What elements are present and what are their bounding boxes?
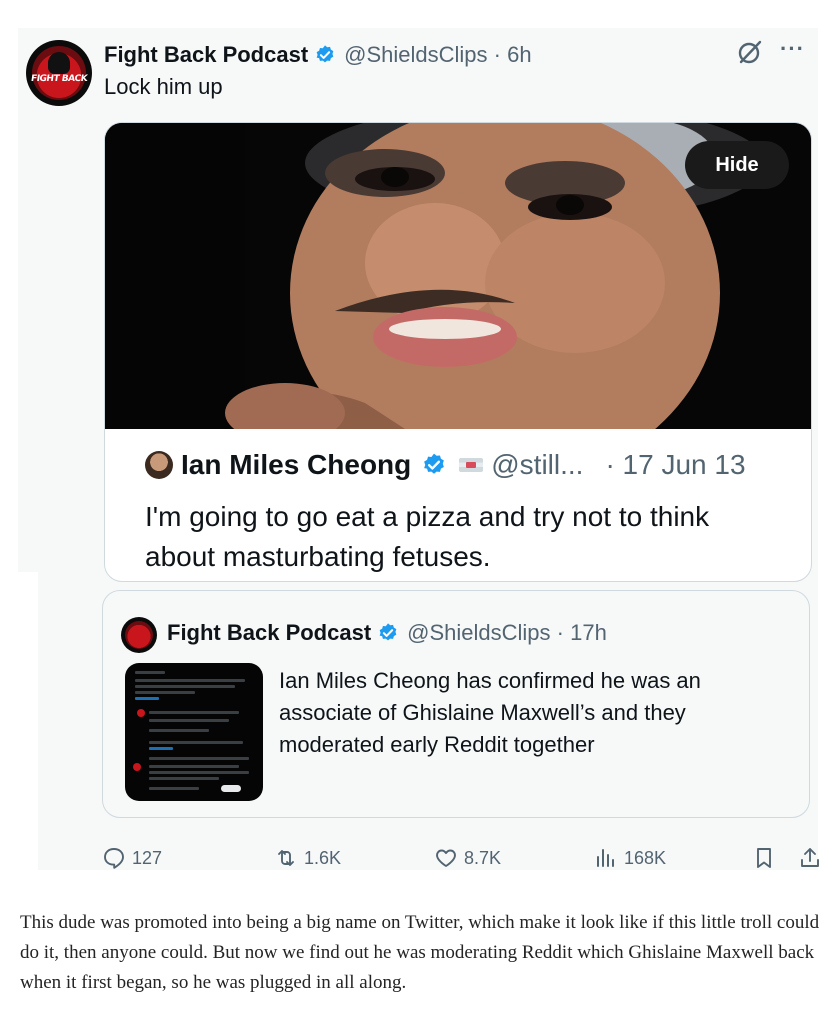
- reply-icon: [104, 848, 124, 869]
- flag-icon: [459, 458, 484, 472]
- article-paragraph: This dude was promoted into being a big …: [20, 912, 820, 993]
- share-button[interactable]: [798, 840, 828, 876]
- embedded-date: · 17 Jun 13: [605, 449, 746, 480]
- quote-author-name[interactable]: Fight Back Podcast: [167, 620, 371, 646]
- tweet-text: Lock him up: [104, 74, 223, 99]
- avatar-logo-text: FIGHT BACK: [30, 74, 88, 84]
- avatar-logo: [125, 621, 153, 649]
- quote-tweet-text: Ian Miles Cheong has confirmed he was an…: [279, 668, 701, 757]
- views-icon: [597, 849, 614, 867]
- grok-icon[interactable]: [736, 38, 764, 66]
- embedded-avatar: [145, 451, 173, 479]
- like-icon: [436, 849, 456, 867]
- quote-tweet-card[interactable]: Fight Back Podcast @ShieldsClips · 17h I…: [102, 590, 810, 818]
- embedded-tweet-header: Ian Miles Cheong @still... · 17 Jun 13: [145, 449, 746, 481]
- embedded-author-name: Ian Miles Cheong: [181, 449, 412, 480]
- meta-separator: ·: [550, 620, 571, 645]
- author-avatar[interactable]: FIGHT BACK: [26, 40, 92, 106]
- embedded-author-handle: @still...: [491, 449, 584, 480]
- repost-count: 1.6K: [304, 847, 342, 868]
- tweet-time[interactable]: 6h: [507, 42, 531, 68]
- repost-button[interactable]: 1.6K: [274, 840, 341, 876]
- reply-button[interactable]: 127: [102, 840, 162, 876]
- card-edge-gap: [18, 572, 38, 870]
- author-handle[interactable]: @ShieldsClips: [344, 42, 487, 68]
- verified-badge-icon: [379, 623, 397, 641]
- tweet-author-row: Fight Back Podcast @ShieldsClips · 6h: [104, 40, 532, 70]
- quote-tweet-header: Fight Back Podcast @ShieldsClips · 17h: [167, 617, 607, 649]
- author-name[interactable]: Fight Back Podcast: [104, 42, 308, 68]
- media-photo[interactable]: Hide: [105, 123, 811, 429]
- views-button[interactable]: 168K: [594, 840, 666, 876]
- quote-thumbnail-image[interactable]: [125, 663, 263, 801]
- quote-author-avatar[interactable]: [121, 617, 157, 653]
- meta-separator: ·: [487, 42, 508, 67]
- quote-author-handle[interactable]: @ShieldsClips: [407, 620, 550, 646]
- quote-time[interactable]: 17h: [570, 620, 607, 646]
- media-card[interactable]: Hide Ian Miles Cheong @still... · 17 Jun…: [104, 122, 812, 582]
- repost-icon: [278, 850, 294, 866]
- tweet-action-bar: 127 1.6K 8.7K 168K: [102, 840, 822, 876]
- embedded-tweet-text: I'm going to go eat a pizza and try not …: [145, 501, 710, 572]
- like-count: 8.7K: [464, 847, 502, 868]
- reply-count: 127: [132, 847, 163, 868]
- more-icon[interactable]: ···: [780, 36, 805, 62]
- like-button[interactable]: 8.7K: [434, 840, 501, 876]
- verified-badge-icon: [424, 453, 445, 474]
- avatar-figure: [48, 52, 70, 74]
- tweet-card[interactable]: FIGHT BACK Fight Back Podcast @ShieldsCl…: [18, 28, 819, 870]
- verified-badge-icon: [316, 45, 334, 63]
- bookmark-icon: [757, 848, 771, 868]
- views-count: 168K: [624, 847, 667, 868]
- bookmark-button[interactable]: [752, 840, 782, 876]
- share-icon: [801, 848, 819, 867]
- hide-button[interactable]: Hide: [685, 141, 789, 189]
